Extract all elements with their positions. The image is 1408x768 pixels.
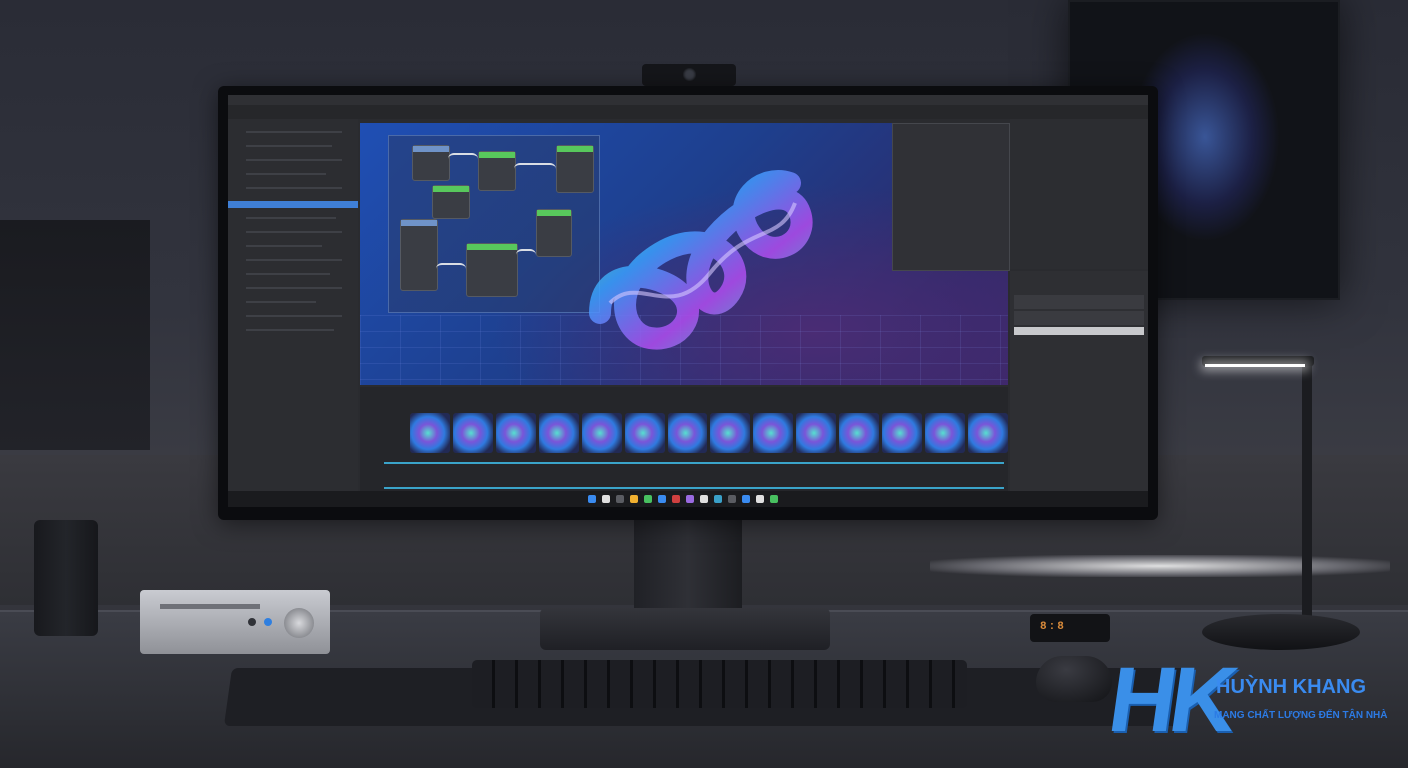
taskbar-app-icon[interactable] [630, 495, 638, 503]
taskbar-app-icon[interactable] [714, 495, 722, 503]
panel-row [246, 187, 342, 189]
mouse [1036, 656, 1112, 702]
logo-icon: HK [1102, 649, 1239, 751]
dark-shelf [0, 220, 150, 450]
node-wire [514, 163, 556, 175]
thumbnail-frame[interactable] [796, 413, 837, 453]
node-header [413, 146, 449, 152]
amp-led [264, 618, 272, 626]
thumbnail-frame[interactable] [410, 413, 450, 453]
3d-render [589, 170, 813, 350]
panel-row [246, 315, 342, 317]
panel-row [246, 301, 316, 303]
graph-node[interactable] [412, 145, 450, 181]
property-row [1014, 295, 1144, 309]
panel-row [246, 145, 332, 147]
outliner-panel [228, 119, 358, 491]
thumbnail-frame[interactable] [967, 413, 1008, 453]
taskbar-app-icon[interactable] [700, 495, 708, 503]
node-header [401, 220, 437, 226]
node-header [479, 152, 515, 158]
node-wire [436, 263, 466, 275]
start-icon[interactable] [588, 495, 596, 503]
taskbar-app-icon[interactable] [756, 495, 764, 503]
taskbar-app-icon[interactable] [686, 495, 694, 503]
taskbar-app-icon[interactable] [616, 495, 624, 503]
panel-row [246, 245, 322, 247]
taskbar-app-icon[interactable] [602, 495, 610, 503]
taskbar-app-icon[interactable] [644, 495, 652, 503]
node-header [433, 186, 469, 192]
thumbnail-frame[interactable] [452, 413, 493, 453]
panel-row [246, 131, 342, 133]
taskbar-app-icon[interactable] [672, 495, 680, 503]
panel-row [246, 259, 342, 261]
thumbnail-frame[interactable] [538, 413, 579, 453]
panel-row [246, 287, 342, 289]
toolbar [228, 105, 1148, 119]
webcam-icon [642, 64, 736, 86]
amp-button [248, 618, 256, 626]
graph-node[interactable] [466, 243, 518, 297]
properties-panel [1010, 271, 1148, 491]
speaker [34, 520, 98, 636]
thumbnail-frame[interactable] [839, 413, 880, 453]
node-wire [448, 153, 478, 165]
thumbnail-frame[interactable] [495, 413, 536, 453]
node-header [537, 210, 571, 216]
brand-watermark: HK HUỲNH KHANG MANG CHẤT LƯỢNG ĐẾN TẬN N… [1103, 649, 1408, 754]
amp-knob [284, 608, 314, 638]
taskbar-app-icon[interactable] [742, 495, 750, 503]
thumbnail-frame[interactable] [925, 413, 965, 453]
graph-node[interactable] [432, 185, 470, 219]
panel-row [246, 217, 336, 219]
selected-property [1014, 327, 1144, 335]
lamp-light [1205, 364, 1305, 367]
taskbar-app-icon[interactable] [658, 495, 666, 503]
clock-display: 8:8 [1040, 621, 1066, 633]
taskbar-app-icon[interactable] [770, 495, 778, 503]
node-header [557, 146, 593, 152]
selected-row [228, 201, 358, 208]
node-header [467, 244, 517, 250]
menu-bar [228, 95, 1148, 105]
panel-row [246, 231, 342, 233]
graph-node[interactable] [536, 209, 572, 257]
thumbnail-frame[interactable] [581, 413, 622, 453]
object-list-panel [892, 123, 1010, 271]
property-row [1014, 311, 1144, 325]
thumbnail-frame[interactable] [882, 413, 923, 453]
keyboard [472, 660, 967, 708]
node-wire [516, 249, 536, 261]
panel-row [246, 159, 342, 161]
graph-node[interactable] [478, 151, 516, 191]
monitor-stand [634, 512, 742, 616]
thumbnail-frame[interactable] [624, 413, 665, 453]
under-cabinet-light [930, 555, 1390, 577]
monitor-screen [228, 95, 1148, 507]
timeline-track [384, 462, 1004, 464]
panel-row [246, 173, 326, 175]
brand-tagline: MANG CHẤT LƯỢNG ĐẾN TẬN NHÀ [1214, 710, 1388, 721]
graph-node[interactable] [400, 219, 438, 291]
taskbar [228, 491, 1148, 507]
brand-name: HUỲNH KHANG [1216, 676, 1366, 698]
monitor-stand-base [540, 608, 830, 650]
lamp-base [1202, 614, 1360, 650]
thumbnail-frame[interactable] [667, 413, 708, 453]
webcam-lens [683, 68, 696, 81]
timeline-track [384, 487, 1004, 489]
amp-label [160, 604, 260, 609]
taskbar-app-icon[interactable] [728, 495, 736, 503]
thumbnail-filmstrip[interactable] [410, 413, 1008, 457]
headphone-amplifier [140, 590, 330, 654]
panel-row [246, 329, 334, 331]
thumbnail-frame[interactable] [753, 413, 794, 453]
layers-panel [1010, 119, 1148, 269]
thumbnail-frame[interactable] [710, 413, 751, 453]
lamp-pole [1302, 362, 1312, 624]
desk-clock: 8:8 [1030, 614, 1110, 642]
panel-row [246, 273, 330, 275]
